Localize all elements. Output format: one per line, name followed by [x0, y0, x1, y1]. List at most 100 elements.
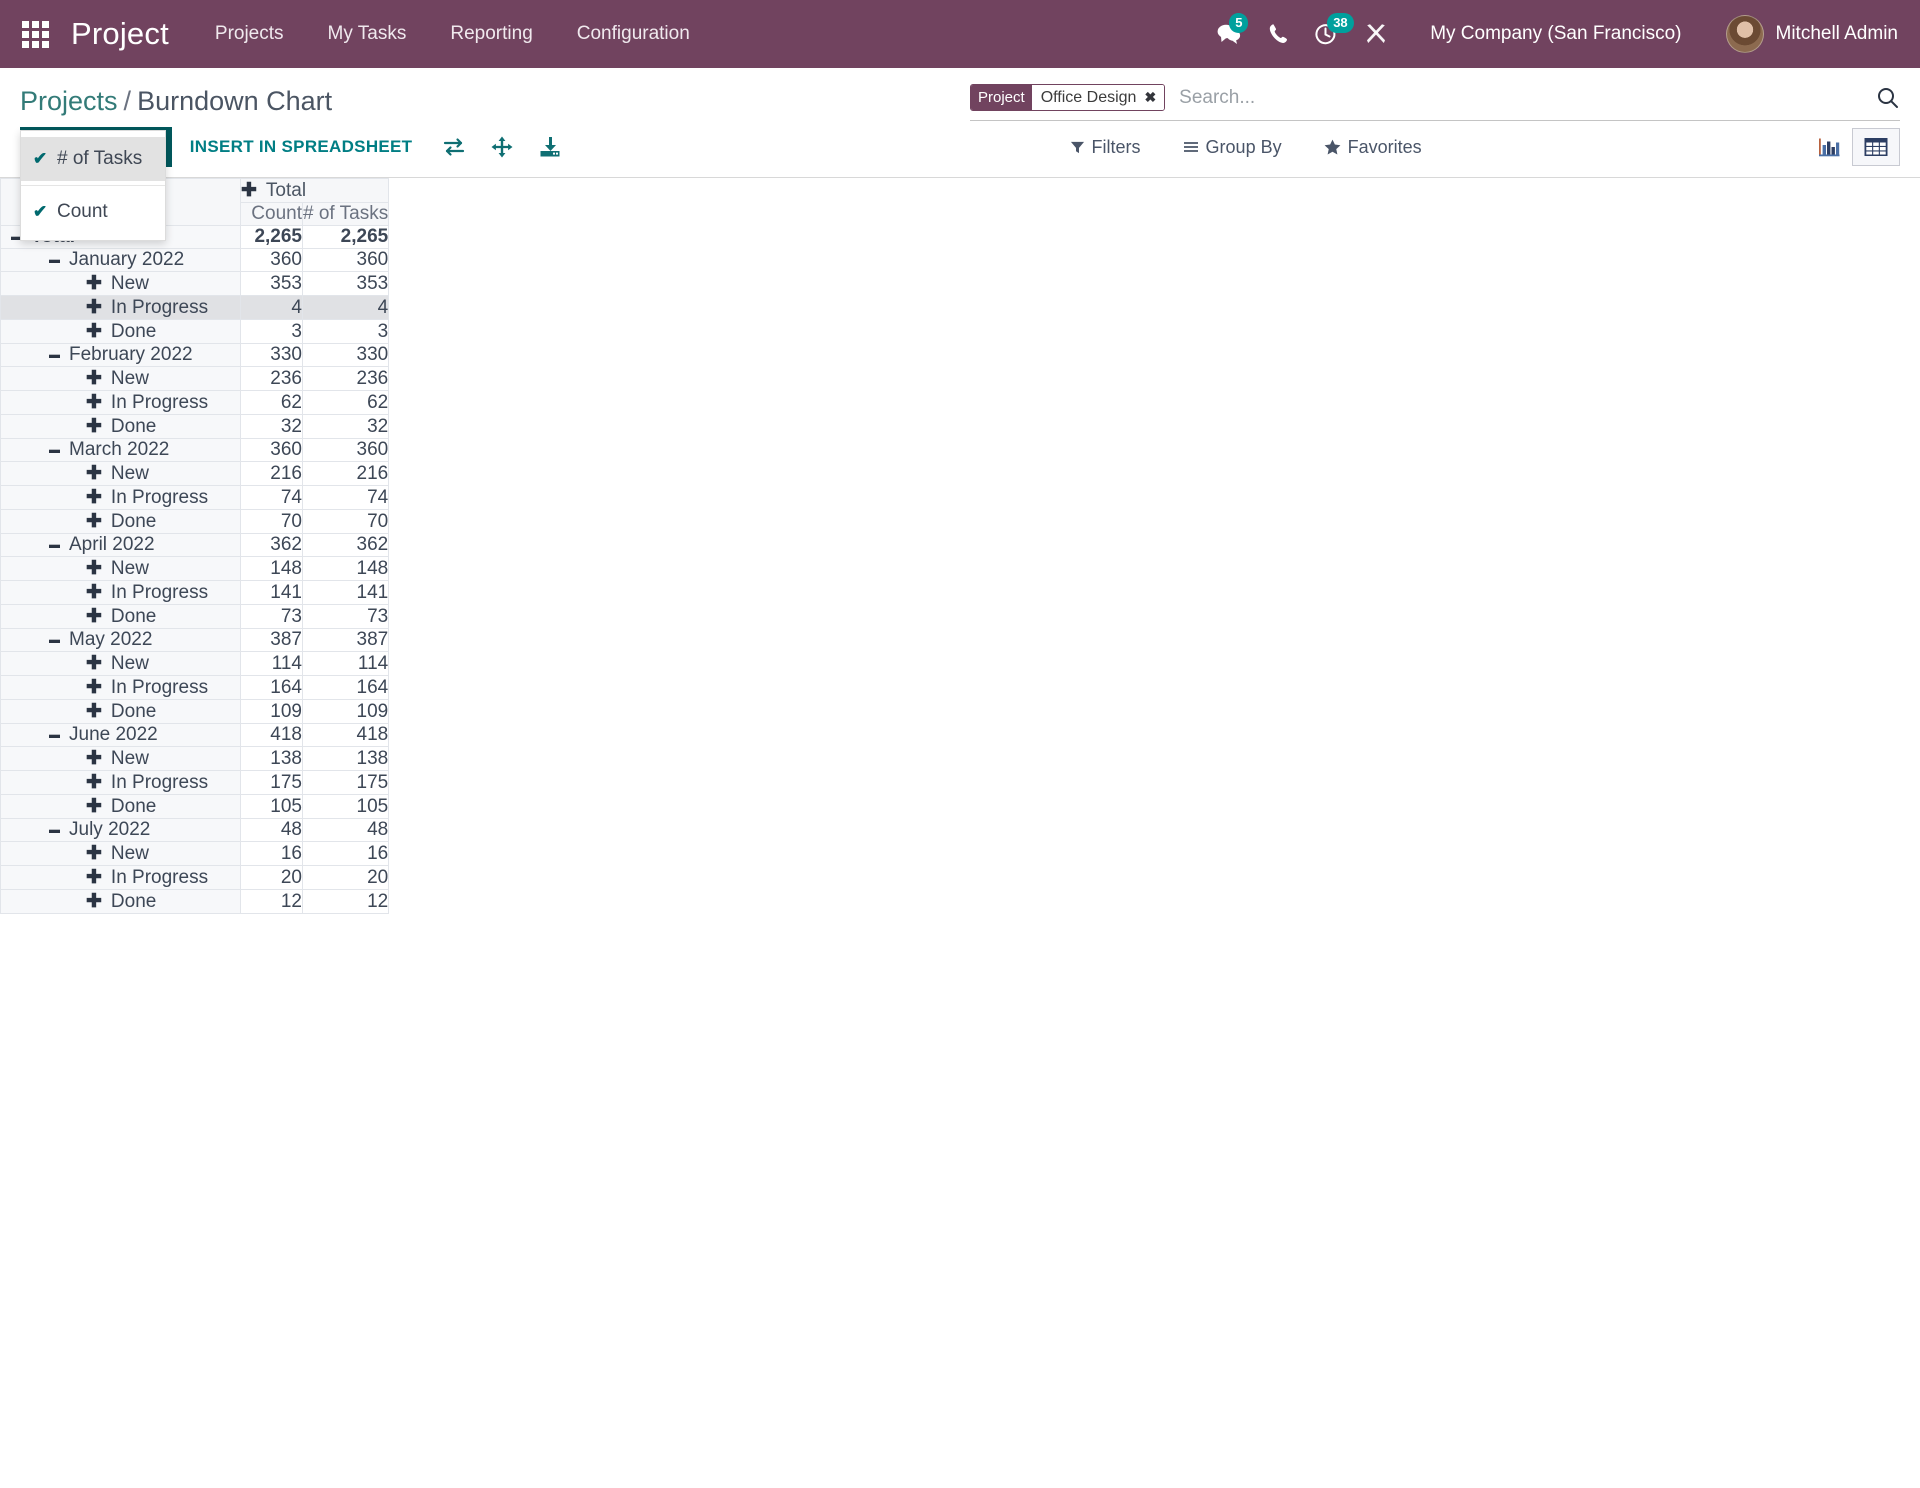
pivot-row[interactable]: ✚ Done 32 32	[0, 414, 390, 439]
pivot-row[interactable]: ✚ In Progress 164 164	[0, 675, 390, 700]
nav-item-projects[interactable]: Projects	[215, 17, 284, 51]
pivot-value-cell[interactable]: 70	[240, 509, 303, 534]
pivot-row-header[interactable]: ✚ New	[0, 841, 241, 866]
pivot-row[interactable]: ✚ In Progress 74 74	[0, 485, 390, 510]
pivot-row[interactable]: ✚ Done 3 3	[0, 319, 390, 344]
pivot-row-header[interactable]: ▬ March 2022	[0, 438, 241, 462]
pivot-row[interactable]: ✚ Done 109 109	[0, 699, 390, 724]
pivot-row[interactable]: ▬ June 2022 418 418	[0, 723, 390, 747]
pivot-row-header[interactable]: ✚ New	[0, 461, 241, 486]
pivot-value-cell[interactable]: 105	[301, 794, 390, 819]
pivot-row-header[interactable]: ✚ Done	[0, 319, 241, 344]
insert-in-spreadsheet-button[interactable]: INSERT IN SPREADSHEET	[172, 127, 431, 167]
nav-item-reporting[interactable]: Reporting	[450, 17, 532, 51]
pivot-row-header[interactable]: ✚ In Progress	[0, 390, 241, 415]
pivot-row[interactable]: ▬ July 2022 48 48	[0, 818, 390, 842]
pivot-row-header[interactable]: ✚ In Progress	[0, 580, 241, 605]
pivot-row-header[interactable]: ✚ New	[0, 746, 241, 771]
pivot-col-group-total[interactable]: ✚ Total	[239, 178, 390, 203]
pivot-value-cell[interactable]: 360	[301, 248, 390, 272]
pivot-value-cell[interactable]: 109	[301, 699, 390, 724]
pivot-row[interactable]: ▬ March 2022 360 360	[0, 438, 390, 462]
pivot-row-header[interactable]: ✚ Done	[0, 794, 241, 819]
pivot-row[interactable]: ▬ January 2022 360 360	[0, 248, 390, 272]
pivot-row[interactable]: ▬ April 2022 362 362	[0, 533, 390, 557]
pivot-row-header[interactable]: ✚ New	[0, 271, 241, 296]
measure-item-num-of-tasks[interactable]: ✔ # of Tasks	[21, 137, 165, 181]
debug-tools-icon[interactable]	[1364, 22, 1388, 46]
pivot-row[interactable]: ✚ New 216 216	[0, 461, 390, 486]
search-input[interactable]	[1177, 85, 1864, 110]
pivot-row-header[interactable]: ✚ Done	[0, 604, 241, 629]
pivot-value-cell[interactable]: 387	[240, 628, 303, 652]
pivot-row-header[interactable]: ✚ In Progress	[0, 865, 241, 890]
pivot-row-header[interactable]: ✚ New	[0, 366, 241, 391]
pivot-row[interactable]: ✚ New 138 138	[0, 746, 390, 771]
search-icon[interactable]	[1876, 86, 1900, 110]
messages-icon[interactable]: 5	[1216, 13, 1249, 46]
user-menu[interactable]: Mitchell Admin	[1725, 15, 1898, 53]
pivot-value-cell[interactable]: 70	[301, 509, 390, 534]
pivot-row[interactable]: ✚ Done 70 70	[0, 509, 390, 534]
pivot-value-cell[interactable]: 330	[301, 343, 390, 367]
pivot-row-header[interactable]: ✚ Done	[0, 414, 241, 439]
pivot-row-header[interactable]: ✚ Done	[0, 699, 241, 724]
pivot-value-cell[interactable]: 362	[240, 533, 303, 557]
pivot-value-cell[interactable]: 48	[240, 818, 303, 842]
pivot-row-header[interactable]: ▬ January 2022	[0, 248, 241, 272]
pivot-measure-header-count[interactable]: Count	[240, 202, 303, 226]
pivot-value-cell[interactable]: 330	[240, 343, 303, 367]
pivot-row-header[interactable]: ✚ In Progress	[0, 770, 241, 795]
pivot-value-cell[interactable]: 164	[240, 675, 303, 700]
pivot-view-button[interactable]	[1851, 128, 1900, 166]
pivot-value-cell[interactable]: 3	[301, 319, 390, 344]
pivot-row[interactable]: ✚ In Progress 175 175	[0, 770, 390, 795]
flip-axis-icon[interactable]	[430, 130, 478, 164]
close-icon[interactable]: ✖	[1144, 89, 1156, 106]
pivot-row[interactable]: ✚ In Progress 20 20	[0, 865, 390, 890]
pivot-value-cell[interactable]: 3	[240, 319, 303, 344]
pivot-row[interactable]: ✚ In Progress 141 141	[0, 580, 390, 605]
favorites-button[interactable]: Favorites	[1318, 136, 1428, 159]
pivot-value-cell[interactable]: 20	[301, 865, 390, 890]
pivot-value-cell[interactable]: 114	[240, 651, 303, 676]
pivot-value-cell[interactable]: 48	[301, 818, 390, 842]
pivot-value-cell[interactable]: 16	[240, 841, 303, 866]
group-by-button[interactable]: Group By	[1177, 136, 1288, 159]
pivot-row-header[interactable]: ✚ In Progress	[0, 485, 241, 510]
pivot-value-cell[interactable]: 141	[301, 580, 390, 605]
app-brand-title[interactable]: Project	[71, 16, 169, 52]
pivot-value-cell[interactable]: 216	[301, 461, 390, 486]
pivot-value-cell[interactable]: 236	[301, 366, 390, 391]
pivot-value-cell[interactable]: 62	[240, 390, 303, 415]
graph-view-button[interactable]	[1806, 128, 1852, 166]
pivot-row[interactable]: ✚ In Progress 62 62	[0, 390, 390, 415]
pivot-value-cell[interactable]: 32	[240, 414, 303, 439]
breadcrumb-root[interactable]: Projects	[20, 86, 118, 116]
pivot-value-cell[interactable]: 12	[301, 889, 390, 914]
pivot-row-header[interactable]: ▬ May 2022	[0, 628, 241, 652]
pivot-value-cell[interactable]: 12	[240, 889, 303, 914]
pivot-value-cell[interactable]: 141	[240, 580, 303, 605]
activities-clock-icon[interactable]: 38	[1314, 13, 1354, 46]
phone-icon[interactable]	[1268, 22, 1288, 46]
apps-grid-icon[interactable]	[22, 20, 49, 48]
pivot-row-header[interactable]: ▬ June 2022	[0, 723, 241, 747]
pivot-value-cell[interactable]: 175	[301, 770, 390, 795]
pivot-value-cell[interactable]: 20	[240, 865, 303, 890]
pivot-value-cell[interactable]: 360	[301, 438, 390, 462]
pivot-row[interactable]: ✚ New 236 236	[0, 366, 390, 391]
pivot-row-header[interactable]: ▬ February 2022	[0, 343, 241, 367]
pivot-row[interactable]: ✚ Done 12 12	[0, 889, 390, 914]
pivot-value-cell[interactable]: 353	[301, 271, 390, 296]
pivot-value-cell[interactable]: 360	[240, 438, 303, 462]
pivot-value-cell[interactable]: 16	[301, 841, 390, 866]
pivot-row[interactable]: ✚ New 148 148	[0, 556, 390, 581]
pivot-value-cell[interactable]: 2,265	[240, 225, 303, 249]
pivot-measure-header-tasks[interactable]: # of Tasks	[301, 202, 390, 226]
pivot-value-cell[interactable]: 74	[301, 485, 390, 510]
pivot-value-cell[interactable]: 148	[240, 556, 303, 581]
pivot-row-header[interactable]: ✚ New	[0, 556, 241, 581]
pivot-value-cell[interactable]: 148	[301, 556, 390, 581]
pivot-value-cell[interactable]: 216	[240, 461, 303, 486]
